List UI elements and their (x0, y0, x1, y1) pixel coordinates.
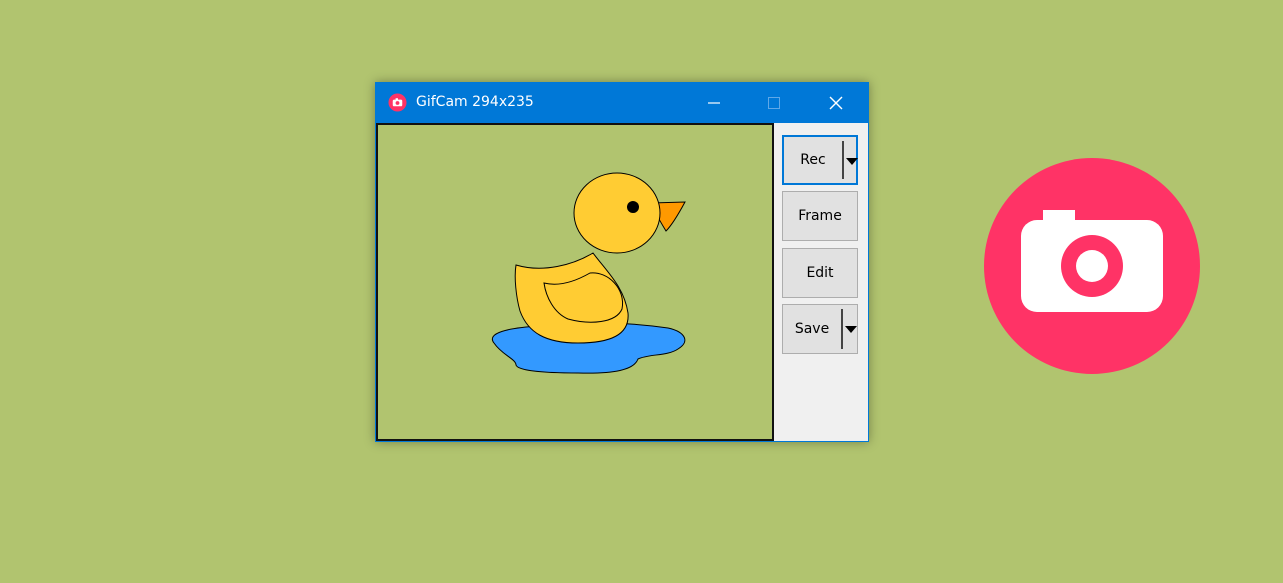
save-dropdown-arrow-icon[interactable] (845, 326, 857, 333)
frame-button[interactable]: Frame (782, 191, 858, 241)
rec-dropdown-arrow-icon[interactable] (846, 158, 858, 165)
minimize-icon (708, 102, 720, 104)
save-button[interactable]: Save (782, 304, 858, 354)
rec-label: Rec (800, 152, 826, 168)
capture-area[interactable] (376, 123, 774, 441)
gifcam-window: GifCam 294x235 Rec Frame Edit Save (375, 82, 869, 442)
title-bar[interactable]: GifCam 294x235 (376, 83, 868, 123)
edit-button[interactable]: Edit (782, 248, 858, 298)
maximize-button[interactable] (744, 83, 804, 123)
split-separator (842, 141, 844, 179)
window-title: GifCam 294x235 (416, 94, 534, 110)
split-separator (841, 309, 843, 349)
edit-label: Edit (806, 265, 834, 281)
frame-label: Frame (798, 208, 842, 224)
rec-button[interactable]: Rec (782, 135, 858, 185)
maximize-icon (768, 97, 780, 109)
app-camera-icon (388, 93, 407, 112)
save-label: Save (794, 321, 830, 337)
close-button[interactable] (806, 83, 866, 123)
duck-image (491, 172, 686, 374)
minimize-button[interactable] (684, 83, 744, 123)
duck-head (573, 172, 661, 254)
close-icon (829, 96, 843, 110)
duck-eye (627, 201, 639, 213)
gifcam-logo-camera-icon (984, 158, 1200, 374)
